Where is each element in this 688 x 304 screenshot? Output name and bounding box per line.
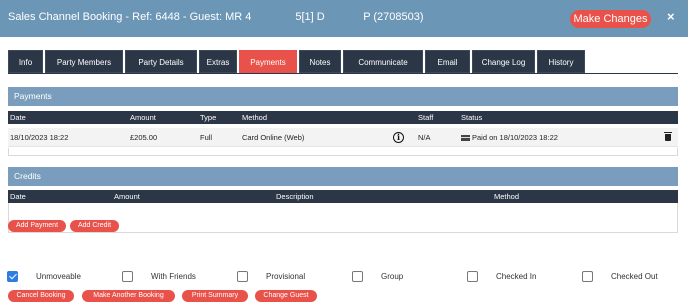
- col-amount: Amount: [130, 113, 156, 122]
- tab-communicate[interactable]: Communicate: [343, 50, 423, 73]
- payment-date: 18/10/2023 18:22: [10, 133, 69, 142]
- col-date: Date: [10, 113, 26, 122]
- trash-icon[interactable]: [664, 132, 672, 141]
- dialog-header: Sales Channel Booking - Ref: 6448 - Gues…: [0, 0, 688, 37]
- print-summary-button[interactable]: Print Summary: [182, 290, 248, 302]
- with-friends-checkbox[interactable]: [122, 271, 133, 282]
- credits-table-header: Date Amount Description Method: [8, 190, 678, 203]
- payment-status: Paid on 18/10/2023 18:22: [461, 128, 558, 147]
- payments-panel-title: Payments: [8, 87, 678, 106]
- make-another-booking-button[interactable]: Make Another Booking: [82, 290, 175, 302]
- checked-out-checkbox[interactable]: [582, 271, 593, 282]
- close-icon[interactable]: ×: [667, 9, 675, 24]
- tab-info[interactable]: Info: [8, 50, 43, 73]
- payment-method: Card Online (Web): [242, 133, 305, 142]
- col-date: Date: [10, 192, 26, 201]
- unmoveable-label: Unmoveable: [36, 272, 81, 281]
- group-label: Group: [381, 272, 404, 281]
- group-checkbox[interactable]: [352, 271, 363, 282]
- change-guest-button[interactable]: Change Guest: [255, 290, 317, 302]
- checked-in-checkbox[interactable]: [467, 271, 478, 282]
- col-status: Status: [461, 113, 483, 122]
- col-staff: Staff: [418, 113, 434, 122]
- payment-type: Full: [200, 133, 213, 142]
- cancel-booking-button[interactable]: Cancel Booking: [8, 290, 74, 302]
- info-icon[interactable]: i: [393, 132, 404, 143]
- tab-party-details[interactable]: Party Details: [125, 50, 197, 73]
- add-payment-button[interactable]: Add Payment: [8, 220, 66, 232]
- add-credit-button[interactable]: Add Credit: [70, 220, 119, 232]
- credits-panel-title: Credits: [8, 167, 678, 186]
- col-method: Method: [242, 113, 268, 122]
- tab-email[interactable]: Email: [425, 50, 470, 73]
- col-type: Type: [200, 113, 217, 122]
- provisional-label: Provisional: [266, 272, 306, 281]
- checked-out-label: Checked Out: [611, 272, 658, 281]
- col-description: Description: [276, 192, 314, 201]
- payment-amount: £205.00: [130, 133, 158, 142]
- tab-change-log[interactable]: Change Log: [472, 50, 535, 73]
- col-amount: Amount: [114, 192, 140, 201]
- tab-payments[interactable]: Payments: [239, 50, 297, 73]
- with-friends-label: With Friends: [151, 272, 196, 281]
- payments-table-header: Date Amount Type Method Staff Status: [8, 111, 678, 124]
- tab-history[interactable]: History: [537, 50, 585, 73]
- checked-in-label: Checked In: [496, 272, 537, 281]
- tab-underline: [8, 73, 678, 74]
- tab-extras[interactable]: Extras: [199, 50, 237, 73]
- dialog-title: Sales Channel Booking - Ref: 6448 - Gues…: [8, 11, 424, 23]
- payment-staff: N/A: [418, 133, 431, 142]
- tab-notes[interactable]: Notes: [299, 50, 341, 73]
- table-row: 18/10/2023 18:22 £205.00 Full Card Onlin…: [8, 128, 678, 147]
- payments-panel-body: [8, 148, 678, 156]
- unmoveable-checkbox[interactable]: [7, 271, 18, 282]
- provisional-checkbox[interactable]: [237, 271, 248, 282]
- col-method: Method: [494, 192, 520, 201]
- tab-party-members[interactable]: Party Members: [45, 50, 123, 73]
- make-changes-button[interactable]: Make Changes: [570, 10, 651, 28]
- credit-card-icon: [461, 135, 470, 142]
- payment-status-text: Paid on 18/10/2023 18:22: [472, 133, 558, 142]
